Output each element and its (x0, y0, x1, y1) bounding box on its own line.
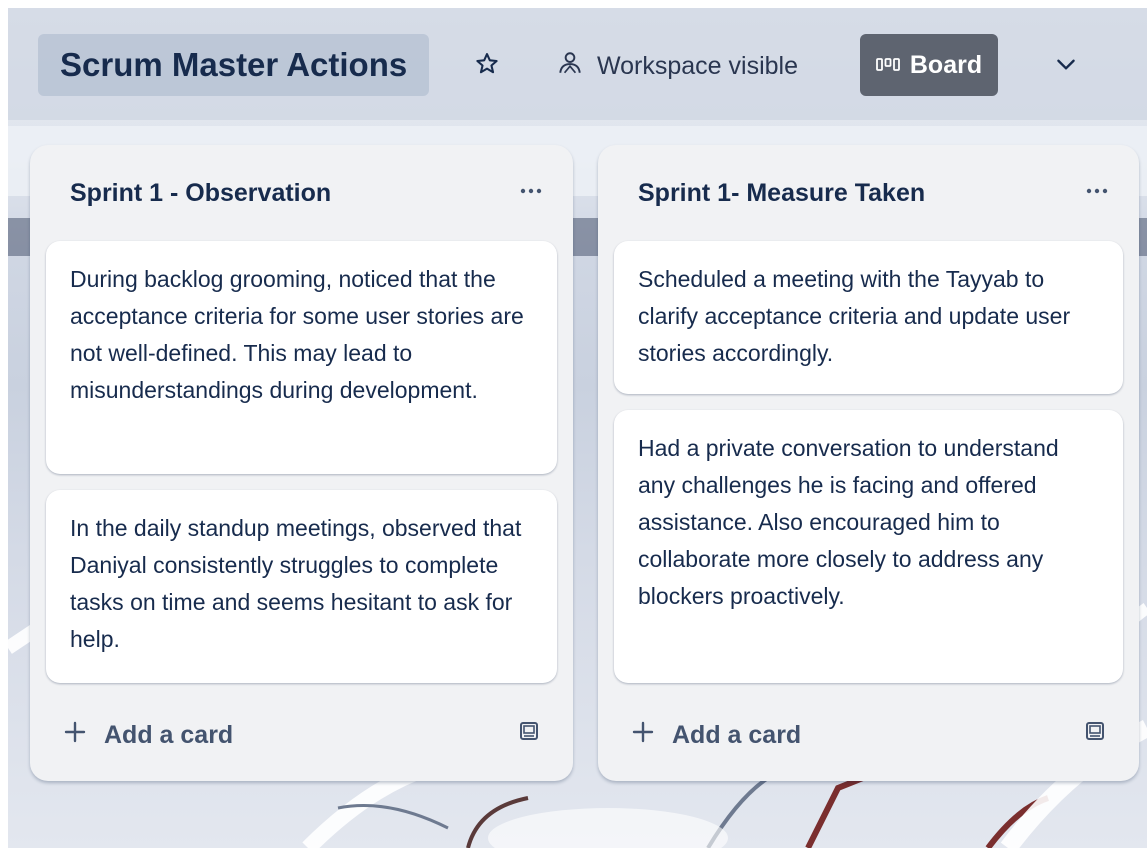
view-switcher-dropdown[interactable] (1046, 46, 1086, 86)
card[interactable]: In the daily standup meetings, observed … (46, 490, 557, 683)
board-background: Scrum Master Actions Workspace visible B… (8, 8, 1147, 848)
workspace-people-icon (557, 50, 583, 83)
star-button[interactable] (469, 48, 505, 84)
workspace-visibility-label: Workspace visible (597, 51, 799, 80)
more-dots-icon (519, 182, 543, 200)
add-card-button[interactable]: Add a card (64, 715, 233, 755)
workspace-visibility-button[interactable]: Workspace visible (549, 42, 806, 90)
more-dots-icon (1085, 182, 1109, 200)
add-card-button[interactable]: Add a card (632, 715, 801, 755)
list-menu-button[interactable] (511, 173, 551, 209)
create-from-template-button[interactable] (1081, 719, 1109, 747)
board-view-button[interactable]: Board (860, 34, 998, 96)
list-header[interactable]: Sprint 1 - Observation (30, 145, 573, 241)
card-template-icon (518, 720, 540, 747)
list-menu-button[interactable] (1077, 173, 1117, 209)
card[interactable]: Scheduled a meeting with the Tayyab to c… (614, 241, 1123, 394)
card[interactable]: During backlog grooming, noticed that th… (46, 241, 557, 474)
board-view-label: Board (909, 50, 983, 79)
board-columns-icon (875, 51, 900, 80)
list-sprint-1-observation: Sprint 1 - Observation During backlog gr… (30, 145, 573, 781)
add-card-label: Add a card (104, 720, 234, 749)
card[interactable]: Had a private conversation to understand… (614, 410, 1123, 683)
star-icon (474, 51, 500, 82)
list-title[interactable]: Sprint 1- Measure Taken (638, 179, 925, 208)
card-template-icon (1084, 720, 1106, 747)
plus-icon (632, 721, 654, 750)
chevron-down-icon (1053, 51, 1079, 82)
board-title[interactable]: Scrum Master Actions (38, 34, 430, 96)
add-card-label: Add a card (672, 720, 802, 749)
list-title[interactable]: Sprint 1 - Observation (70, 179, 331, 208)
create-from-template-button[interactable] (515, 719, 543, 747)
list-header[interactable]: Sprint 1- Measure Taken (598, 145, 1139, 241)
plus-icon (64, 721, 86, 750)
list-sprint-1-measure-taken: Sprint 1- Measure Taken Scheduled a meet… (598, 145, 1139, 781)
